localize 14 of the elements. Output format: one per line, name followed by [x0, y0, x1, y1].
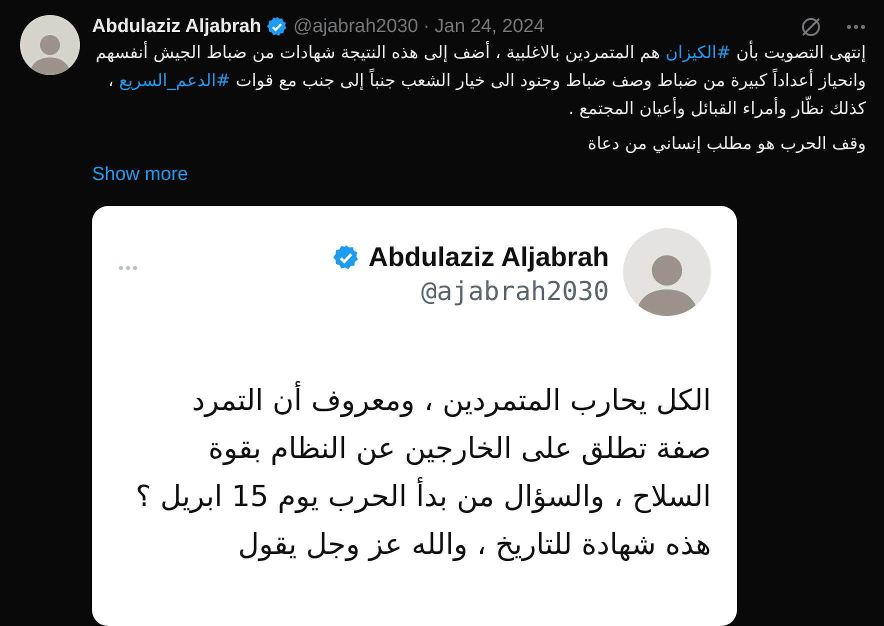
tweet-text: وقف الحرب هو مطلب إنساني من دعاة: [586, 133, 866, 156]
tweet-text: إنتهى التصويت بأن #الكيزان هم المتمردين بالاغلبية ، أضف إلى هذه النتيجة شهادات من ضباط الجيش أنفسهم وانحياز أعداداً كبيرة من ضباط وصف ضباط وجنود الى خيار الشعب جنباً إلى جنب مع قوات #الدعم_السريع ، كذلك نظّار وأمراء القبائل وأعيان المجتمع .: [92, 39, 866, 123]
show-more-link[interactable]: Show more: [92, 164, 188, 186]
author-name: Abdulaziz Aljabrah: [368, 242, 609, 273]
more-icon[interactable]: [846, 24, 866, 30]
separator: ·: [423, 16, 430, 38]
author-name[interactable]: Abdulaziz Aljabrah: [92, 16, 262, 38]
hashtag-link[interactable]: #الدعم_السريع: [119, 71, 230, 91]
post-date[interactable]: Jan 24, 2024: [434, 16, 544, 38]
author-handle[interactable]: @ajabrah2030: [293, 16, 418, 38]
slashed-circle-icon[interactable]: [799, 15, 823, 39]
hashtag-link[interactable]: #الكيزان: [666, 43, 731, 63]
author-handle: @ajabrah2030: [421, 277, 609, 307]
post-text: الكل يحارب المتمردين ، ومعروف أن التمرد صفة تطلق على الخارجين عن النظام بقوة السلاح ، والسؤال من بدأ الحرب يوم 15 ابريل ؟ هذه شهادة للتاريخ ، والله عز وجل يقول: [134, 380, 711, 564]
